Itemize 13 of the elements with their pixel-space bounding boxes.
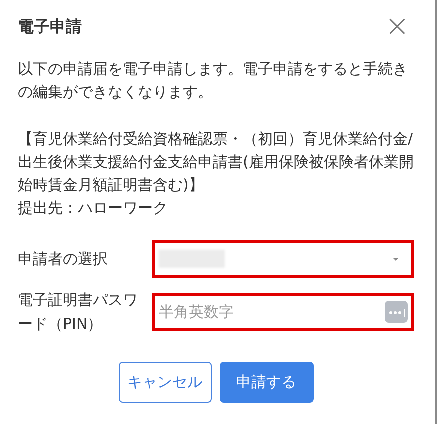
dialog-title: 電子申請 [18,17,82,37]
password-field[interactable]: 半角英数字 [152,293,414,331]
submit-button[interactable]: 申請する [220,362,314,402]
message-text: 提出先：ハローワーク [18,198,169,219]
password-dots-icon [385,301,408,323]
message-text: 以下の申請届を電子申請します。電子申請をすると手続きの編集ができなくなります。 [18,59,409,103]
field-label: 申請者の選択 [18,249,109,270]
caret-icon [393,258,399,260]
field-label: 電子証明書パスワード（PIN） [18,290,139,335]
close-button[interactable]: × [380,12,414,42]
cancel-button[interactable]: キャンセル [118,362,212,402]
applicant-select[interactable] [152,240,414,278]
message-text: 【育児休業給付受給資格確認票・（初回）育児休業給付金/出生後休業支援給付金支給申請書(雇用保険被保険者休業開始時賃金月額証明書含む)】 [18,129,414,196]
